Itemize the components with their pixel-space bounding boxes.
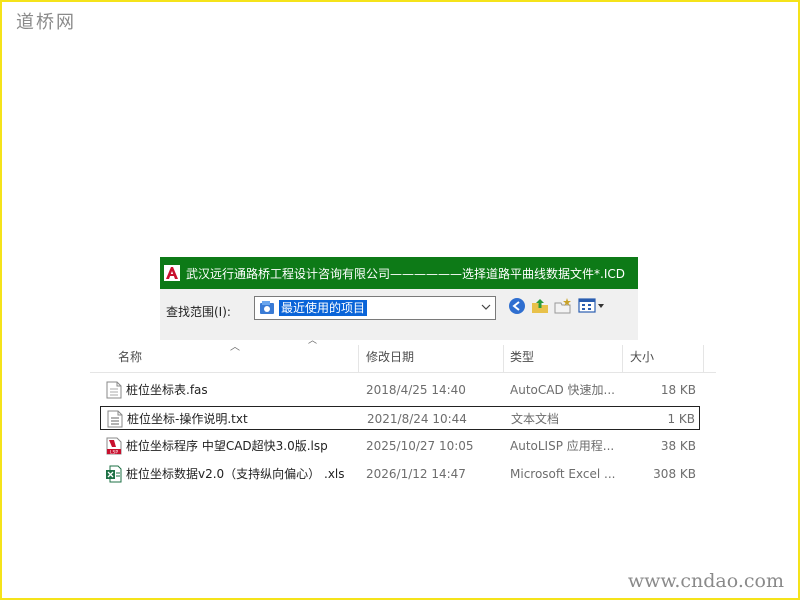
file-row[interactable]: 桩位坐标表.fas 2018/4/25 14:40 AutoCAD 快速加...… — [100, 378, 700, 402]
column-divider[interactable] — [622, 345, 623, 373]
column-header-size[interactable]: 大小 — [630, 342, 654, 372]
look-in-value: 最近使用的项目 — [279, 300, 368, 316]
file-date: 2026/1/12 14:47 — [366, 467, 466, 481]
file-name: 桩位坐标表.fas — [126, 383, 208, 397]
column-header-name[interactable]: 名称 — [118, 342, 142, 372]
file-type: AutoCAD 快速加... — [510, 383, 615, 397]
file-size: 38 KB — [660, 439, 696, 453]
file-date: 2018/4/25 14:40 — [366, 383, 466, 397]
fas-file-icon — [106, 381, 122, 399]
svg-text:LSP: LSP — [110, 449, 118, 455]
recent-items-icon — [260, 301, 274, 314]
view-menu-icon[interactable] — [578, 297, 606, 315]
file-list-header: ︿ ︿ 名称 修改日期 类型 大小 — [90, 336, 716, 373]
look-in-dropdown[interactable]: 最近使用的项目 — [254, 296, 496, 320]
file-name: 桩位坐标-操作说明.txt — [127, 412, 248, 426]
watermark-top: 道桥网 — [16, 12, 76, 33]
file-name: 桩位坐标数据v2.0（支持纵向偏心） .xls — [126, 467, 345, 481]
column-divider[interactable] — [358, 345, 359, 373]
dialog-titlebar[interactable]: 武汉远行通路桥工程设计咨询有限公司——————选择道路平曲线数据文件*.ICD — [160, 257, 638, 289]
file-size: 1 KB — [667, 412, 695, 426]
lsp-file-icon: LSP — [106, 437, 122, 455]
new-folder-icon[interactable] — [554, 297, 572, 315]
chevron-up-icon: ︿ — [308, 336, 318, 346]
column-divider[interactable] — [703, 345, 704, 373]
look-in-label: 查找范围(I): — [166, 305, 231, 319]
file-size: 18 KB — [660, 383, 696, 397]
file-date: 2025/10/27 10:05 — [366, 439, 474, 453]
txt-file-icon — [107, 410, 123, 428]
file-name: 桩位坐标程序 中望CAD超快3.0版.lsp — [126, 439, 328, 453]
file-type: Microsoft Excel ... — [510, 467, 616, 481]
file-date: 2021/8/24 10:44 — [367, 412, 467, 426]
watermark-bottom: www.cndao.com — [627, 570, 784, 592]
chevron-down-icon — [481, 304, 491, 310]
autocad-logo-icon — [164, 265, 180, 281]
file-type: AutoLISP 应用程... — [510, 439, 615, 453]
dialog-title: 武汉远行通路桥工程设计咨询有限公司——————选择道路平曲线数据文件*.ICD — [186, 266, 625, 281]
column-header-date[interactable]: 修改日期 — [366, 342, 414, 372]
file-row[interactable]: LSP 桩位坐标程序 中望CAD超快3.0版.lsp 2025/10/27 10… — [100, 434, 700, 458]
up-folder-icon[interactable] — [531, 297, 549, 315]
back-icon[interactable] — [508, 297, 526, 315]
column-header-type[interactable]: 类型 — [510, 342, 534, 372]
file-size: 308 KB — [653, 467, 696, 481]
xls-file-icon — [106, 465, 122, 483]
file-type: 文本文档 — [511, 412, 560, 426]
column-divider[interactable] — [503, 345, 504, 373]
look-in-bar: 查找范围(I): 最近使用的项目 — [160, 289, 638, 340]
sort-ascending-icon: ︿ — [230, 342, 240, 353]
file-row[interactable]: 桩位坐标数据v2.0（支持纵向偏心） .xls 2026/1/12 14:47 … — [100, 462, 700, 486]
file-row-selected[interactable]: 桩位坐标-操作说明.txt 2021/8/24 10:44 文本文档 1 KB — [100, 406, 700, 430]
